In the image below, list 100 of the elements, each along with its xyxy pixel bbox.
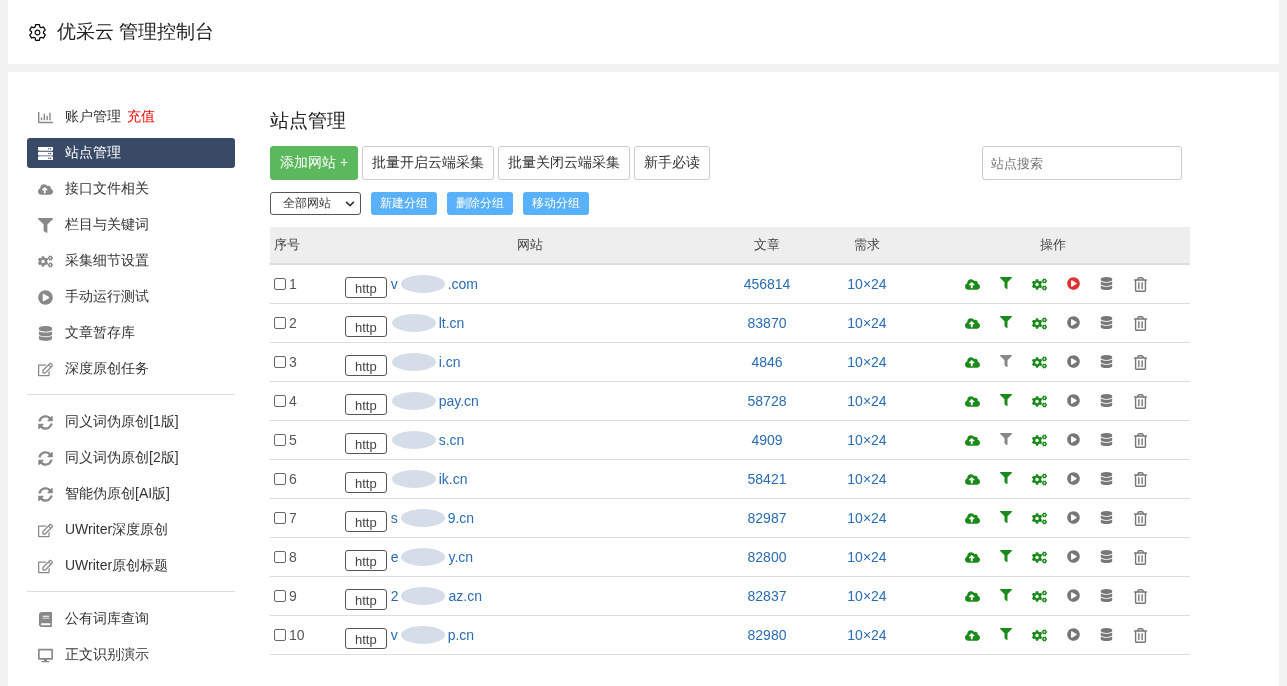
row-checkbox[interactable]	[274, 317, 286, 329]
database-icon[interactable]	[1100, 354, 1113, 368]
database-icon[interactable]	[1100, 549, 1113, 563]
row-checkbox[interactable]	[274, 590, 286, 602]
trash-icon[interactable]	[1133, 471, 1148, 487]
sidebar-item[interactable]: 公有词库查询	[27, 604, 235, 634]
play-icon[interactable]	[1067, 549, 1080, 563]
gears-icon[interactable]	[1032, 510, 1047, 526]
database-icon[interactable]	[1100, 315, 1113, 329]
play-icon[interactable]	[1067, 588, 1080, 602]
trash-icon[interactable]	[1133, 510, 1148, 526]
filter-icon[interactable]	[1000, 432, 1012, 445]
trash-icon[interactable]	[1133, 393, 1148, 409]
gears-icon[interactable]	[1032, 588, 1047, 604]
row-checkbox[interactable]	[274, 473, 286, 485]
row-checkbox[interactable]	[274, 512, 286, 524]
sidebar-item[interactable]: 接口文件相关	[27, 174, 235, 204]
filter-icon[interactable]	[1000, 354, 1012, 367]
protocol-tag[interactable]: http	[345, 549, 387, 571]
sidebar-item[interactable]: 账户管理 充值	[27, 102, 235, 132]
protocol-tag[interactable]: http	[345, 354, 387, 376]
play-icon[interactable]	[1067, 315, 1080, 329]
filter-icon[interactable]	[1000, 510, 1012, 523]
gears-icon[interactable]	[1032, 549, 1047, 565]
cloud-upload-icon[interactable]	[965, 549, 980, 565]
sidebar-item[interactable]: 文章暂存库	[27, 318, 235, 348]
protocol-tag[interactable]: http	[345, 393, 387, 415]
filter-icon[interactable]	[1000, 549, 1012, 562]
play-icon[interactable]	[1067, 432, 1080, 446]
gears-icon[interactable]	[1032, 354, 1047, 370]
trash-icon[interactable]	[1133, 432, 1148, 448]
toolbar-button[interactable]: 批量开启云端采集	[362, 146, 495, 180]
database-icon[interactable]	[1100, 588, 1113, 602]
row-checkbox[interactable]	[274, 356, 286, 368]
gears-icon[interactable]	[1032, 432, 1047, 448]
filter-icon[interactable]	[1000, 588, 1012, 601]
cloud-upload-icon[interactable]	[965, 354, 980, 370]
gears-icon[interactable]	[1032, 276, 1047, 292]
play-icon[interactable]	[1067, 393, 1080, 407]
filter-icon[interactable]	[1000, 393, 1012, 406]
sidebar-item[interactable]: 栏目与关键词	[27, 210, 235, 240]
protocol-tag[interactable]: http	[345, 510, 387, 532]
cloud-upload-icon[interactable]	[965, 393, 980, 409]
trash-icon[interactable]	[1133, 549, 1148, 565]
cloud-upload-icon[interactable]	[965, 276, 980, 292]
row-checkbox[interactable]	[274, 551, 286, 563]
filter-icon[interactable]	[1000, 627, 1012, 640]
filter-icon[interactable]	[1000, 471, 1012, 484]
sidebar-item[interactable]: 正文识别演示	[27, 640, 235, 670]
sidebar-item[interactable]: 手动运行测试	[27, 282, 235, 312]
row-checkbox[interactable]	[274, 395, 286, 407]
group-select[interactable]: 全部网站	[270, 192, 361, 215]
cloud-upload-icon[interactable]	[965, 471, 980, 487]
sidebar-item[interactable]: 站点管理	[27, 138, 235, 168]
database-icon[interactable]	[1100, 393, 1113, 407]
play-icon[interactable]	[1067, 627, 1080, 641]
protocol-tag[interactable]: http	[345, 471, 387, 493]
database-icon[interactable]	[1100, 510, 1113, 524]
play-icon[interactable]	[1067, 276, 1080, 290]
cloud-upload-icon[interactable]	[965, 432, 980, 448]
gears-icon[interactable]	[1032, 393, 1047, 409]
sidebar-item[interactable]: 同义词伪原创[1版]	[27, 407, 235, 437]
protocol-tag[interactable]: http	[345, 588, 387, 610]
cloud-upload-icon[interactable]	[965, 627, 980, 643]
protocol-tag[interactable]: http	[345, 276, 387, 298]
gears-icon[interactable]	[1032, 471, 1047, 487]
protocol-tag[interactable]: http	[345, 627, 387, 649]
sidebar-item[interactable]: 深度原创任务	[27, 354, 235, 384]
sidebar-item[interactable]: 同义词伪原创[2版]	[27, 443, 235, 473]
trash-icon[interactable]	[1133, 315, 1148, 331]
filter-icon[interactable]	[1000, 315, 1012, 328]
trash-icon[interactable]	[1133, 276, 1148, 292]
row-checkbox[interactable]	[274, 629, 286, 641]
toolbar-button[interactable]: 批量关闭云端采集	[498, 146, 631, 180]
gears-icon[interactable]	[1032, 315, 1047, 331]
search-field[interactable]: 站点搜索	[982, 146, 1182, 180]
trash-icon[interactable]	[1133, 354, 1148, 370]
sidebar-item[interactable]: 采集细节设置	[27, 246, 235, 276]
cloud-upload-icon[interactable]	[965, 510, 980, 526]
play-icon[interactable]	[1067, 510, 1080, 524]
sidebar-item[interactable]: 智能伪原创[AI版]	[27, 479, 235, 509]
protocol-tag[interactable]: http	[345, 315, 387, 337]
row-checkbox[interactable]	[274, 278, 286, 290]
trash-icon[interactable]	[1133, 588, 1148, 604]
filter-icon[interactable]	[1000, 276, 1012, 289]
trash-icon[interactable]	[1133, 627, 1148, 643]
database-icon[interactable]	[1100, 432, 1113, 446]
gears-icon[interactable]	[1032, 627, 1047, 643]
cloud-upload-icon[interactable]	[965, 315, 980, 331]
sidebar-item[interactable]: UWriter深度原创	[27, 515, 235, 545]
database-icon[interactable]	[1100, 627, 1113, 641]
toolbar-button[interactable]: 新手必读	[634, 146, 711, 180]
database-icon[interactable]	[1100, 471, 1113, 485]
cloud-upload-icon[interactable]	[965, 588, 980, 604]
play-icon[interactable]	[1067, 354, 1080, 368]
play-icon[interactable]	[1067, 471, 1080, 485]
protocol-tag[interactable]: http	[345, 432, 387, 454]
sidebar-item[interactable]: UWriter原创标题	[27, 551, 235, 581]
database-icon[interactable]	[1100, 276, 1113, 290]
row-checkbox[interactable]	[274, 434, 286, 446]
